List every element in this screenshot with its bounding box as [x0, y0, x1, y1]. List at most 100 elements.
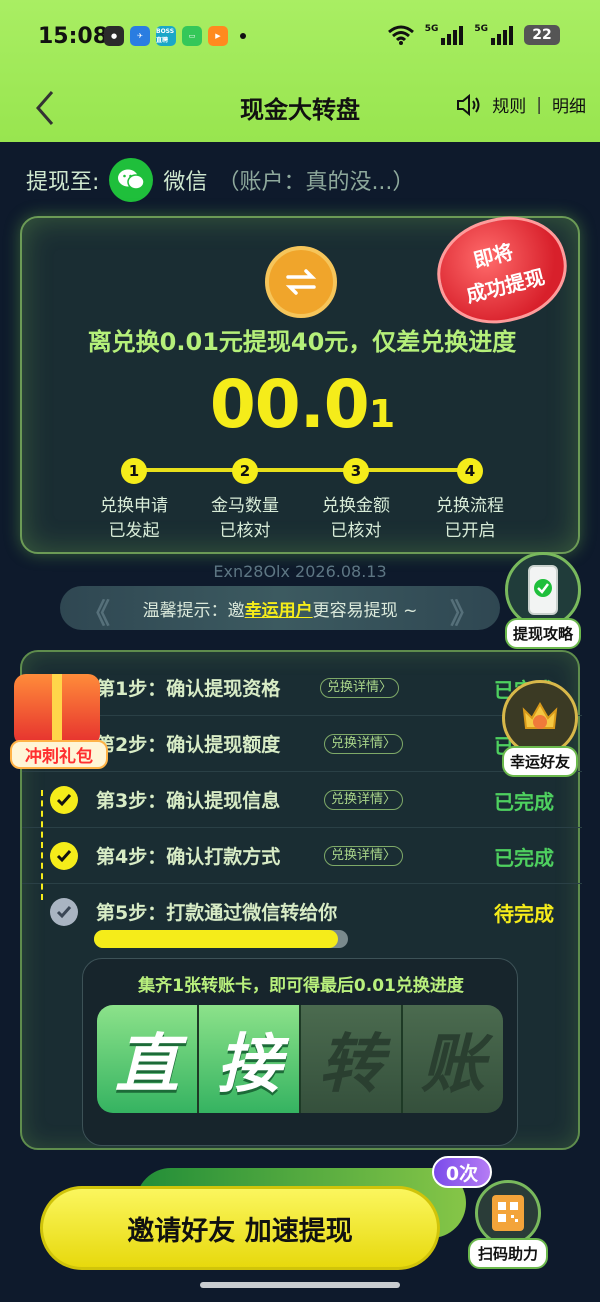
checklist-status: 已完成	[494, 790, 554, 814]
nav-separator: |	[536, 94, 542, 115]
progress-value-small: 1	[368, 392, 395, 436]
step-dot-1: 1	[121, 458, 147, 484]
video-notify-icon: ▶	[208, 26, 228, 46]
transfer-tile-4: 账	[401, 1005, 503, 1113]
transfer-tile-1: 直	[97, 1005, 197, 1113]
exchange-icon	[265, 246, 337, 318]
step-caption-3-title: 兑换金额	[322, 496, 390, 516]
transfer-tile-2: 接	[197, 1005, 299, 1113]
scan-help-label: 扫码助力	[467, 1238, 548, 1269]
signal-icon-1	[441, 26, 464, 45]
step-dot-2: 2	[232, 458, 258, 484]
strategy-label: 提现攻略	[505, 618, 582, 649]
invite-friends-button[interactable]: 邀请好友 加速提现	[40, 1186, 440, 1270]
checklist-step-text: 第2步：确认提现额度	[96, 734, 281, 756]
status-time: 15:08	[38, 24, 109, 49]
check-icon	[50, 842, 78, 870]
notification-icons: ● ✈ BOSS直聘 ▭ ▶	[104, 26, 246, 46]
app-notify-icon: ✈	[130, 26, 150, 46]
lucky-friend-badge[interactable]: 幸运好友	[502, 680, 579, 777]
tip-highlight[interactable]: 幸运用户	[245, 596, 313, 621]
tip-prefix: 温馨提示：邀	[142, 600, 245, 621]
signal-icon-2	[491, 26, 513, 45]
withdraw-progress-card: 即将 成功提现 离兑换0.01元提现40元，仅差兑换进度 00.01 1 2 3…	[20, 203, 582, 554]
more-dot-icon	[240, 33, 246, 39]
progress-message: 离兑换0.01元提现40元，仅差兑换进度	[87, 328, 517, 356]
step-caption-4: 兑换流程 已开启	[415, 494, 525, 544]
step-track	[132, 468, 472, 472]
home-indicator[interactable]	[200, 1282, 400, 1288]
boss-notify-icon: BOSS直聘	[156, 26, 176, 46]
header: 15:08 ● ✈ BOSS直聘 ▭ ▶ 5G 5G 22 现金大转盘 规则 |…	[0, 0, 600, 142]
rules-link[interactable]: 规则	[492, 92, 526, 117]
exchange-detail-link[interactable]: 兑换详情〉	[324, 790, 404, 810]
exchange-detail-link[interactable]: 兑换详情〉	[320, 678, 400, 698]
wifi-icon	[387, 25, 414, 45]
progress-value: 00.01	[22, 366, 582, 443]
strategy-badge[interactable]: 提现攻略	[505, 552, 582, 649]
checklist-row-4: 第4步：确认打款方式 兑换详情〉 已完成	[22, 828, 582, 884]
transfer-progress-fill	[94, 930, 338, 948]
scan-help-badge[interactable]: 扫码助力	[458, 1180, 558, 1272]
withdraw-method: 微信	[163, 170, 208, 195]
checklist-status: 已完成	[494, 846, 554, 870]
tip-banner[interactable]: 《 温馨提示：邀 幸运用户 更容易提现 ~ 》	[60, 586, 500, 630]
withdraw-target[interactable]: 提现至: 微信 （账户：真的没...）	[26, 158, 414, 202]
back-arrow-icon[interactable]	[30, 88, 60, 128]
chevron-left-icon: 《	[82, 597, 111, 630]
lucky-friend-label: 幸运好友	[502, 746, 579, 777]
step-caption-2: 金马数量 已核对	[190, 494, 300, 544]
pending-check-icon	[50, 898, 78, 926]
wechat-notify-icon: ●	[104, 26, 124, 46]
status-bar: 15:08 ● ✈ BOSS直聘 ▭ ▶ 5G 5G 22	[0, 0, 600, 80]
crown-avatar-icon	[502, 680, 578, 756]
checklist-row-3: 第3步：确认提现信息 兑换详情〉 已完成	[22, 772, 582, 828]
transfer-card-panel: 集齐1张转账卡，即可得最后0.01兑换进度 直 接 转 账	[82, 958, 518, 1146]
network-label-2: 5G	[474, 24, 488, 34]
transfer-tiles: 直 接 转 账	[97, 1005, 503, 1113]
withdraw-label: 提现至:	[26, 170, 100, 195]
check-icon	[50, 786, 78, 814]
nav-actions: 规则 | 明细	[456, 92, 586, 117]
collect-ticker: 集齐1张转账卡，即可得最后0.01兑换进度	[138, 976, 464, 996]
step-caption-1-state: 已发起	[108, 521, 160, 541]
checklist-step-text: 第5步：打款通过微信转给你	[96, 902, 338, 924]
phone-check-icon	[505, 552, 581, 628]
nav-bar: 现金大转盘 规则 | 明细	[0, 80, 600, 142]
sprint-gift-badge[interactable]: 冲刺礼包	[4, 664, 114, 772]
withdraw-account: （账户：真的没...）	[217, 170, 415, 195]
speaker-icon[interactable]	[456, 93, 482, 117]
checklist-status: 待完成	[494, 902, 554, 926]
network-label-1: 5G	[424, 24, 439, 34]
checklist-step-text: 第3步：确认提现信息	[96, 790, 281, 812]
step-dot-4: 4	[457, 458, 483, 484]
chevron-right-icon: 》	[449, 597, 478, 630]
message-notify-icon: ▭	[182, 26, 202, 46]
battery-indicator: 22	[524, 25, 560, 45]
status-right: 5G 5G 22	[387, 24, 560, 46]
step-caption-2-state: 已核对	[219, 521, 271, 541]
step-caption-1-title: 兑换申请	[100, 496, 168, 516]
exchange-detail-link[interactable]: 兑换详情〉	[324, 846, 404, 866]
gift-ribbon	[52, 674, 62, 746]
tip-suffix: 更容易提现 ~	[312, 600, 418, 621]
wechat-logo-icon	[109, 158, 154, 202]
step-caption-1: 兑换申请 已发起	[79, 494, 189, 544]
step-caption-3: 兑换金额 已核对	[301, 494, 411, 544]
checklist-step-text: 第4步：确认打款方式	[96, 846, 281, 868]
transfer-progress-bar	[94, 930, 348, 948]
checklist-step-text: 第1步：确认提现资格	[96, 678, 281, 700]
qr-code-icon	[475, 1180, 541, 1246]
step-caption-4-state: 已开启	[444, 521, 496, 541]
step-caption-2-title: 金马数量	[211, 496, 279, 516]
details-link[interactable]: 明细	[552, 92, 586, 117]
step-caption-3-state: 已核对	[330, 521, 382, 541]
gift-label: 冲刺礼包	[10, 740, 108, 769]
step-caption-4-title: 兑换流程	[436, 496, 504, 516]
step-dot-3: 3	[343, 458, 369, 484]
exchange-detail-link[interactable]: 兑换详情〉	[324, 734, 404, 754]
step-connector	[41, 790, 43, 900]
success-stamp: 即将 成功提现	[426, 203, 578, 337]
transfer-tile-3: 转	[299, 1005, 401, 1113]
progress-value-main: 00.0	[209, 366, 370, 443]
